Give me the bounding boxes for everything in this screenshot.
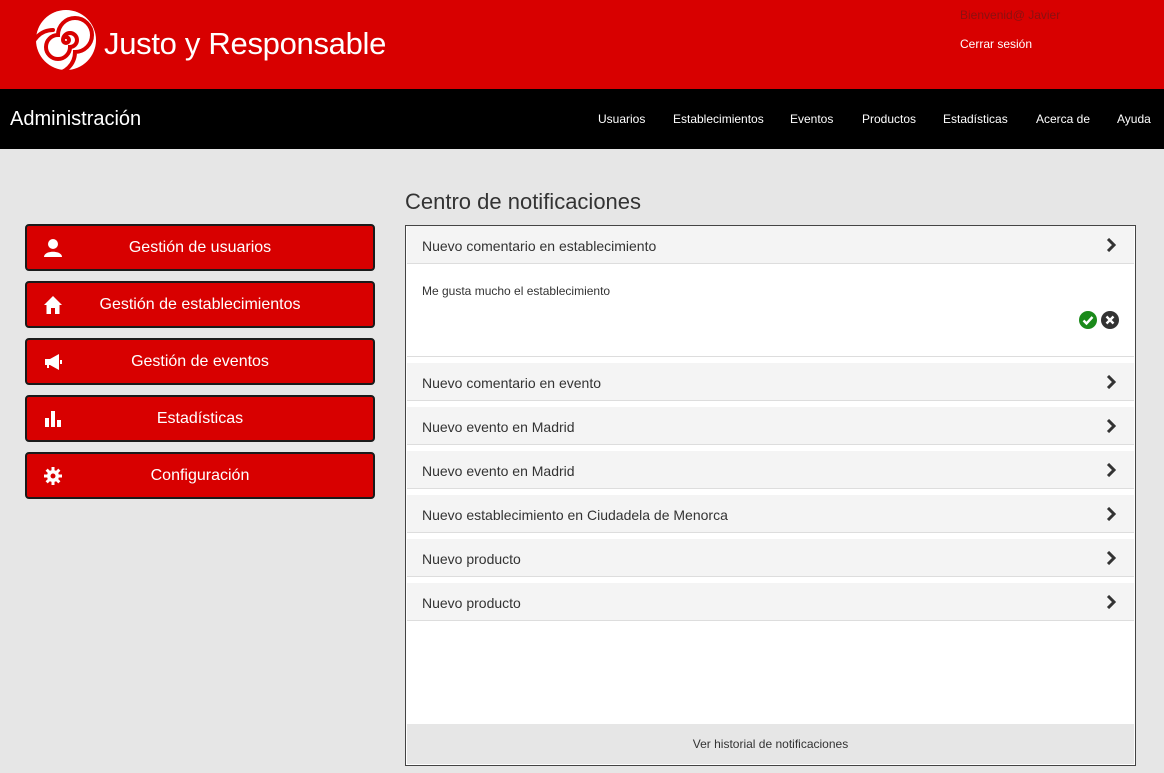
statistics-button[interactable]: Estadísticas [25,395,375,442]
nav-item-ayuda[interactable]: Ayuda [1117,112,1151,126]
notification-title: Nuevo producto [422,551,521,567]
chevron-right-icon [1106,551,1116,565]
event-management-button[interactable]: Gestión de eventos [25,338,375,385]
establishment-management-button[interactable]: Gestión de establecimientos [25,281,375,328]
sidebar-item-label: Estadísticas [156,410,244,427]
notification-item[interactable]: Nuevo evento en Madrid [407,407,1134,445]
chevron-right-icon [1106,463,1116,477]
notification-message: Me gusta mucho el establecimiento [422,284,611,298]
user-management-button[interactable]: Gestión de usuarios [25,224,375,271]
chevron-right-icon [1106,419,1116,433]
notification-title: Nuevo evento en Madrid [422,419,575,435]
approve-icon[interactable] [1079,311,1097,329]
notification-history-link[interactable]: Ver historial de notificaciones [407,724,1134,764]
notification-item[interactable]: Nuevo producto [407,583,1134,621]
sidebar-item-label: Configuración [150,467,250,484]
chevron-right-icon [1106,238,1116,252]
notification-title: Nuevo comentario en establecimiento [422,238,657,254]
notification-item[interactable]: Nuevo comentario en evento [407,363,1134,401]
chevron-right-icon [1106,595,1116,609]
nav-item-productos[interactable]: Productos [862,112,916,126]
notifications-title: Centro de notificaciones [405,189,642,214]
notification-item[interactable]: Nuevo comentario en establecimiento [407,226,1134,264]
sidebar-item-label: Gestión de eventos [131,353,269,370]
nav-item-usuarios[interactable]: Usuarios [598,112,645,126]
spiral-logo-icon [33,10,96,72]
navbar-title: Administración [10,108,142,130]
notification-title: Nuevo producto [422,595,521,611]
sidebar-item-label: Gestión de establecimientos [99,296,301,313]
notification-item[interactable]: Nuevo producto [407,539,1134,577]
top-header: Justo y Responsable Bienvenid@ Javier Ce… [0,0,1164,89]
notification-item[interactable]: Nuevo evento en Madrid [407,451,1134,489]
nav-item-estadisticas[interactable]: Estadísticas [943,112,1008,126]
welcome-text: Bienvenid@ Javier [960,8,1061,22]
notification-title: Nuevo comentario en evento [422,375,601,391]
nav-item-eventos[interactable]: Eventos [790,112,833,126]
chevron-right-icon [1106,507,1116,521]
sidebar-item-label: Gestión de usuarios [128,239,272,256]
notification-title: Nuevo establecimiento en Ciudadela de Me… [422,507,728,523]
nav-item-acerca-de[interactable]: Acerca de [1036,112,1090,126]
notification-detail: Me gusta mucho el establecimiento [407,265,1134,357]
logout-link[interactable]: Cerrar sesión [960,37,1032,51]
reject-icon[interactable] [1101,311,1119,329]
notification-item[interactable]: Nuevo establecimiento en Ciudadela de Me… [407,495,1134,533]
brand-title: Justo y Responsable [104,26,387,61]
notification-title: Nuevo evento en Madrid [422,463,575,479]
nav-item-establecimientos[interactable]: Establecimientos [673,112,764,126]
chevron-right-icon [1106,375,1116,389]
notifications-panel: Nuevo comentario en establecimiento Me g… [405,225,1136,766]
admin-navbar: Administración Usuarios Establecimientos… [0,89,1164,149]
configuration-button[interactable]: Configuración [25,452,375,499]
